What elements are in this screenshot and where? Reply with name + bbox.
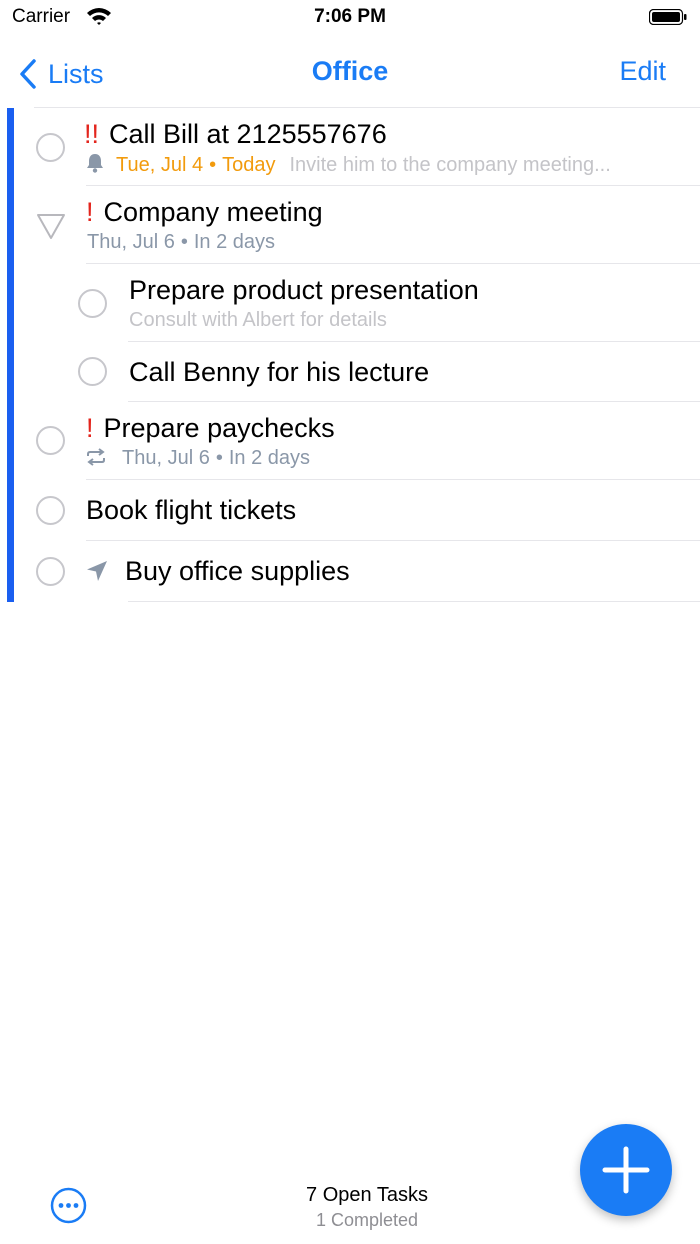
add-task-button[interactable] xyxy=(580,1124,672,1216)
due-date: Thu, Jul 6 xyxy=(87,231,175,253)
task-meta: Thu, Jul 6 • In 2 days xyxy=(87,231,275,254)
separator-dot: • xyxy=(215,447,223,469)
task-row[interactable]: Buy office supplies xyxy=(14,541,700,601)
task-row[interactable]: !! Call Bill at 2125557676 Tue, Jul 4 • Tod… xyxy=(14,108,700,186)
subtask-row[interactable]: Call Benny for his lecture xyxy=(14,342,700,402)
task-title-line: ! Company meeting xyxy=(86,197,323,228)
task-note: Consult with Albert for details xyxy=(129,309,387,331)
chevron-left-icon xyxy=(20,59,36,89)
due-date: Thu, Jul 6 xyxy=(122,447,210,469)
priority-flag: ! xyxy=(86,413,94,443)
battery-icon xyxy=(649,9,687,25)
task-title: Prepare product presentation xyxy=(129,275,479,305)
repeat-icon xyxy=(87,448,105,466)
status-time: 7:06 PM xyxy=(314,6,386,27)
edit-button[interactable]: Edit xyxy=(619,56,666,87)
task-title: Prepare paychecks xyxy=(103,413,335,443)
page-title: Office xyxy=(311,56,389,86)
task-checkbox[interactable] xyxy=(36,133,65,162)
task-checkbox[interactable] xyxy=(78,357,107,386)
due-relative: In 2 days xyxy=(193,231,276,253)
task-title-line: ! Prepare paychecks xyxy=(86,413,335,444)
back-button[interactable]: Lists xyxy=(20,54,104,94)
task-checkbox[interactable] xyxy=(36,426,65,455)
due-relative: In 2 days xyxy=(228,447,311,469)
task-title: Buy office supplies xyxy=(125,556,350,586)
task-group-row[interactable]: ! Company meeting Thu, Jul 6 • In 2 days xyxy=(14,186,700,264)
task-row[interactable]: Book flight tickets xyxy=(14,480,700,540)
subtask-row[interactable]: Prepare product presentation Consult wit… xyxy=(14,264,700,342)
task-title-line: !! Call Bill at 2125557676 xyxy=(84,119,387,150)
task-checkbox[interactable] xyxy=(36,496,65,525)
disclosure-triangle-icon[interactable] xyxy=(36,212,66,240)
separator-dot: • xyxy=(209,154,217,176)
task-title: Call Bill at 2125557676 xyxy=(109,119,387,149)
navigation-bar: Lists Office Edit xyxy=(0,44,700,104)
task-note: Invite him to the company meeting... xyxy=(289,154,611,176)
task-meta: Tue, Jul 4 • Today Invite him to the compan… xyxy=(86,153,611,177)
bell-icon xyxy=(87,154,103,173)
divider xyxy=(128,601,700,602)
list-color-bar xyxy=(7,108,14,602)
due-date: Tue, Jul 4 xyxy=(116,154,204,176)
plus-icon xyxy=(602,1146,650,1194)
location-arrow-icon xyxy=(87,561,107,581)
priority-flag: !! xyxy=(84,119,100,149)
status-bar: Carrier 7:06 PM xyxy=(0,0,700,36)
due-relative: Today xyxy=(222,154,276,176)
task-title: Company meeting xyxy=(103,197,323,227)
task-row[interactable]: ! Prepare paychecks Thu, Jul 6 • In 2 days xyxy=(14,402,700,480)
back-label: Lists xyxy=(48,58,104,89)
task-checkbox[interactable] xyxy=(36,557,65,586)
task-title: Call Benny for his lecture xyxy=(129,357,430,387)
priority-flag: ! xyxy=(86,197,94,227)
task-title: Book flight tickets xyxy=(86,495,297,525)
separator-dot: • xyxy=(180,231,188,253)
task-meta: Thu, Jul 6 • In 2 days xyxy=(86,447,310,470)
task-checkbox[interactable] xyxy=(78,289,107,318)
